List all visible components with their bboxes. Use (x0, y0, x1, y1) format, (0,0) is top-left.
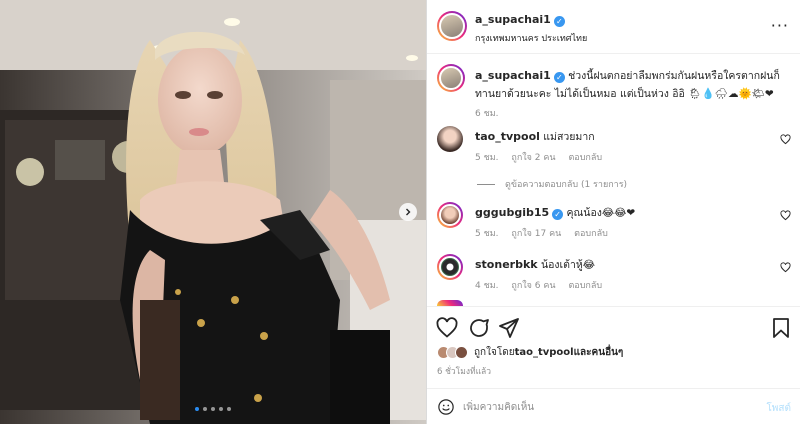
comment-avatar[interactable] (437, 126, 463, 152)
post-actions-bar (427, 306, 800, 346)
replies-divider (477, 183, 495, 185)
comment-time: 5 ชม. (475, 229, 499, 239)
comment-item: tao_tvpool แม่สวยมาก 5 ชม. ถูกใจ 2 คน ตอ… (437, 126, 793, 170)
caption-time: 6 ชม. (475, 109, 499, 119)
author-username[interactable]: a_supachai1 (475, 13, 551, 26)
reply-button[interactable]: ตอบกลับ (568, 153, 602, 163)
comment-input[interactable] (463, 397, 743, 417)
comment-likes-count[interactable]: ถูกใจ 17 คน (511, 229, 561, 239)
view-replies-label: ดูข้อความตอบกลับ (1 รายการ) (505, 180, 628, 190)
comment-username[interactable]: stonerbkk (475, 258, 538, 271)
post-side-panel: a_supachai1 ✓ กรุงเทพมหานคร ประเทศไทย ···… (426, 0, 800, 424)
caption-text-block: a_supachai1 ✓ ช่วงนี้ฝนตกอย่าลืมพกร่มกันฝ… (475, 67, 793, 123)
comment-text: น้องเต้าหู้😂 (540, 259, 596, 271)
comment-item: stonerbkk น้องเต้าหู้😂 4 ชม. ถูกใจ 6 คน … (437, 254, 793, 298)
caption-username[interactable]: a_supachai1 (475, 69, 551, 82)
heart-icon[interactable] (435, 316, 459, 340)
post-comment-button[interactable]: โพสต์ (766, 401, 791, 416)
comment-likes-count[interactable]: ถูกใจ 2 คน (511, 153, 555, 163)
comment-text: แม่สวยมาก (543, 131, 595, 143)
carousel-dot (211, 407, 215, 411)
author-avatar[interactable] (437, 11, 467, 41)
comment-avatar[interactable] (437, 254, 463, 280)
comment-body: gggubgib15 ✓ คุณน้อง😂😂❤ (475, 204, 635, 221)
comment-username[interactable]: tao_tvpool (475, 130, 540, 143)
liked-by-prefix: ถูกใจโดย (474, 347, 515, 358)
comment-likes-count[interactable]: ถูกใจ 6 คน (511, 281, 555, 291)
reply-button[interactable]: ตอบกลับ (574, 229, 608, 239)
verified-icon: ✓ (552, 209, 564, 220)
comment-text: คุณน้อง😂😂❤ (566, 207, 636, 219)
add-comment-bar: โพสต์ (427, 388, 800, 424)
heart-icon[interactable] (780, 210, 791, 221)
comment-time: 5 ชม. (475, 153, 499, 163)
liked-by-user[interactable]: tao_tvpool (515, 347, 574, 358)
post-photo[interactable] (0, 0, 426, 424)
photo-illustration (0, 0, 426, 424)
liker-avatar (455, 346, 468, 359)
share-icon[interactable] (497, 316, 521, 340)
liked-by-others[interactable]: และคนอื่นๆ (574, 345, 624, 360)
chevron-right-icon (406, 208, 411, 216)
comment-avatar[interactable] (437, 202, 463, 228)
comment-body: tao_tvpool แม่สวยมาก (475, 128, 595, 145)
comment-time: 4 ชม. (475, 281, 499, 291)
carousel-dot (227, 407, 231, 411)
reply-button[interactable]: ตอบกลับ (568, 281, 602, 291)
heart-icon[interactable] (780, 262, 791, 273)
post-header: a_supachai1 ✓ กรุงเทพมหานคร ประเทศไทย ··· (427, 0, 800, 54)
verified-icon: ✓ (553, 16, 565, 27)
caption-emojis: 🌦💧🌧☁🌞🌤❤ (688, 88, 774, 100)
carousel-dot (219, 407, 223, 411)
comment-meta: 5 ชม. ถูกใจ 2 คน ตอบกลับ (475, 150, 602, 164)
bookmark-icon[interactable] (769, 316, 793, 340)
carousel-dot (195, 407, 199, 411)
comment-username[interactable]: gggubgib15 (475, 206, 549, 219)
post-timestamp[interactable]: 6 ชั่วโมงที่แล้ว (437, 364, 491, 378)
heart-icon[interactable] (780, 134, 791, 145)
smiley-icon[interactable] (437, 398, 455, 416)
comment-item: gggubgib15 ✓ คุณน้อง😂😂❤ 5 ชม. ถูกใจ 17 คน… (437, 202, 793, 246)
verified-icon: ✓ (553, 72, 565, 83)
ellipsis-icon: ··· (770, 16, 789, 35)
more-options-button[interactable]: ··· (771, 16, 789, 35)
carousel-next-button[interactable] (399, 203, 417, 221)
liked-by: ถูกใจโดย tao_tvpool และคนอื่นๆ (437, 345, 623, 360)
comment-body: stonerbkk น้องเต้าหู้😂 (475, 256, 595, 273)
view-replies-button[interactable]: ดูข้อความตอบกลับ (1 รายการ) (477, 177, 627, 191)
carousel-dot (203, 407, 207, 411)
caption-avatar[interactable] (437, 64, 465, 92)
comment-meta: 4 ชม. ถูกใจ 6 คน ตอบกลับ (475, 278, 602, 292)
post-location[interactable]: กรุงเทพมหานคร ประเทศไทย (475, 31, 587, 45)
carousel-indicator (195, 407, 231, 411)
comment-icon[interactable] (467, 316, 491, 340)
comment-meta: 5 ชม. ถูกใจ 17 คน ตอบกลับ (475, 226, 608, 240)
